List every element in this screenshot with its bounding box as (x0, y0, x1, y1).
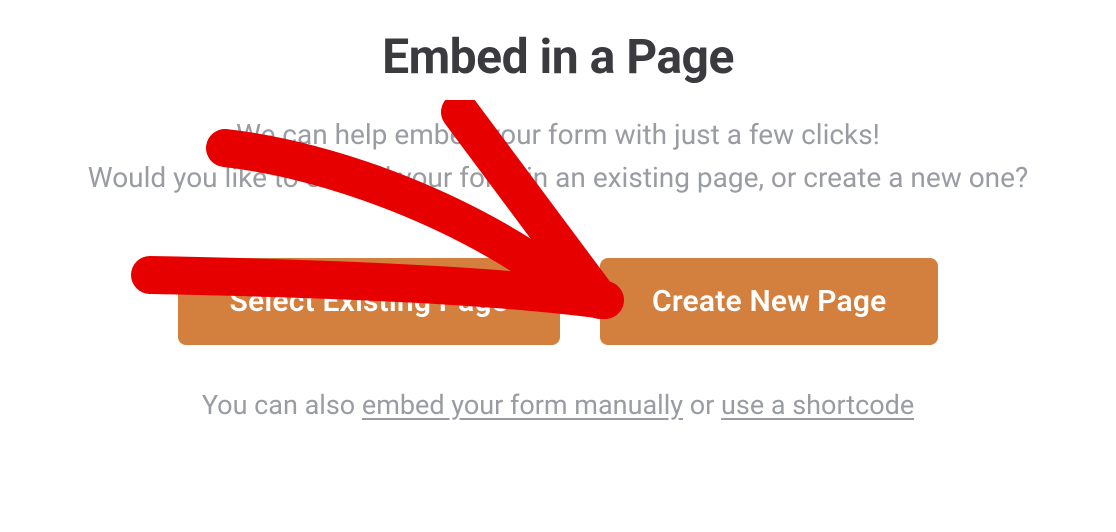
dialog-description: We can help embed your form with just a … (0, 113, 1116, 200)
embed-dialog: Embed in a Page We can help embed your f… (0, 0, 1116, 421)
use-shortcode-link[interactable]: use a shortcode (721, 389, 914, 421)
footer-prefix: You can also (202, 389, 362, 421)
description-line-1: We can help embed your form with just a … (236, 118, 880, 151)
create-new-page-button[interactable]: Create New Page (600, 258, 938, 345)
button-row: Select Existing Page Create New Page (0, 258, 1116, 345)
select-existing-page-button[interactable]: Select Existing Page (178, 258, 560, 345)
dialog-title: Embed in a Page (0, 28, 1116, 85)
footer-text: You can also embed your form manually or… (0, 389, 1116, 421)
embed-manually-link[interactable]: embed your form manually (362, 389, 683, 421)
description-line-2: Would you like to embed your form in an … (88, 161, 1028, 194)
footer-middle: or (683, 389, 721, 421)
